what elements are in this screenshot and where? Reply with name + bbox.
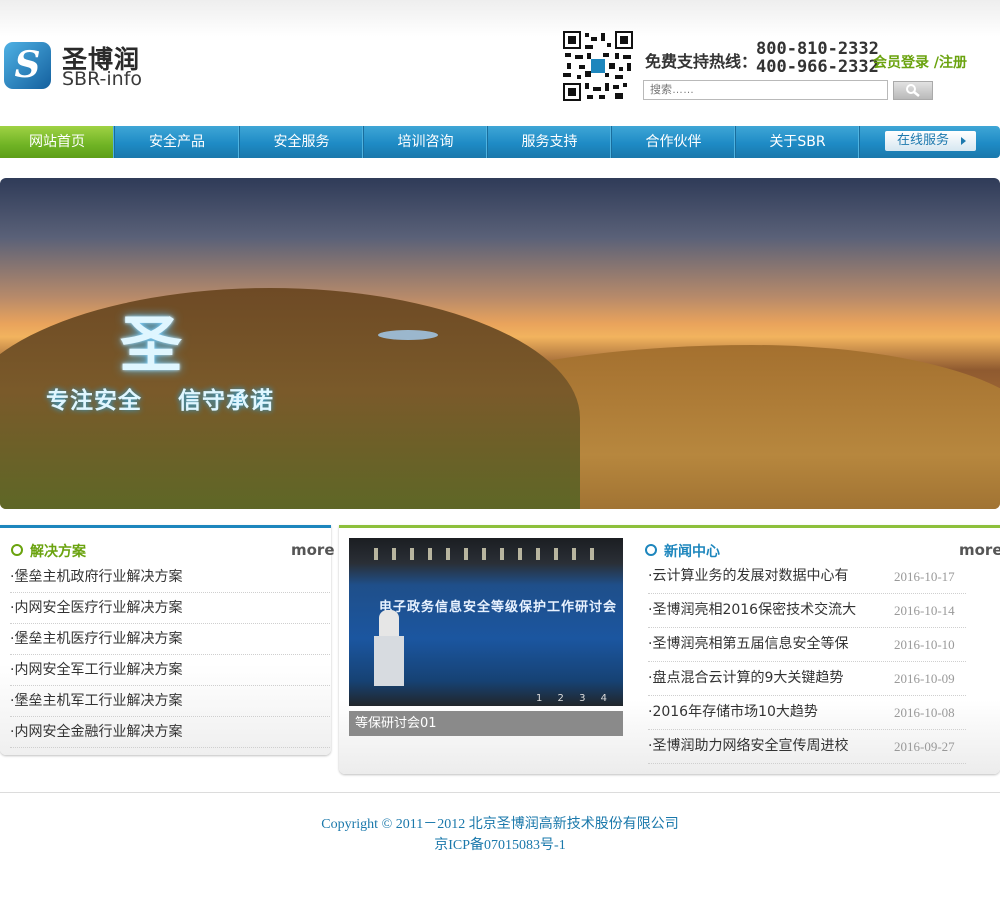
- nav-item-support[interactable]: 服务支持: [488, 126, 612, 158]
- news-item[interactable]: ·盘点混合云计算的9大关键趋势 2016-10-09: [648, 662, 966, 696]
- main-nav: 网站首页 安全产品 安全服务 培训咨询 服务支持 合作伙伴 关于SBR: [0, 126, 1000, 158]
- photo-speaker: [379, 610, 399, 638]
- news-item[interactable]: ·圣博润亮相2016保密技术交流大 2016-10-14: [648, 594, 966, 628]
- nav-item-products[interactable]: 安全产品: [115, 126, 240, 158]
- nav-item-services[interactable]: 安全服务: [240, 126, 364, 158]
- banner-lake: [378, 330, 438, 340]
- footer-divider: [0, 792, 1000, 793]
- news-item-title: ·云计算业务的发展对数据中心有: [648, 568, 849, 584]
- news-item-title: ·圣博润亮相2016保密技术交流大: [648, 602, 857, 618]
- bullet-circle-icon: [11, 544, 23, 556]
- news-title: 新闻中心: [664, 544, 720, 560]
- nav-item-partners[interactable]: 合作伙伴: [612, 126, 736, 158]
- photo-pager[interactable]: 1 2 3 4: [536, 693, 613, 704]
- news-item-title: ·盘点混合云计算的9大关键趋势: [648, 670, 844, 686]
- nav-item-about[interactable]: 关于SBR: [736, 126, 860, 158]
- news-item-title: ·圣博润助力网络安全宣传周进校: [648, 738, 849, 754]
- footer-icp[interactable]: 京ICP备07015083号-1: [0, 834, 1000, 854]
- news-item[interactable]: ·圣博润助力网络安全宣传周进校 2016-09-27: [648, 730, 966, 764]
- photo-screen-text: 电子政务信息安全等级保护工作研讨会: [379, 600, 618, 615]
- hotline-number-2: 400-966-2332: [756, 57, 879, 77]
- hero-banner: 圣 专注安全 信守承诺: [0, 178, 1000, 509]
- solution-item[interactable]: ·堡垒主机军工行业解决方案: [10, 686, 330, 717]
- news-more-link[interactable]: more: [959, 541, 1000, 559]
- footer-copyright: Copyright © 2011－2012 北京圣博润高新技术股份有限公司: [321, 817, 679, 832]
- member-login-link[interactable]: 会员登录 /注册: [873, 52, 967, 72]
- news-item-date: 2016-09-27: [894, 739, 955, 754]
- logo-text-en: SBR-info: [62, 68, 143, 90]
- solution-item[interactable]: ·内网安全军工行业解决方案: [10, 655, 330, 686]
- arrow-right-icon: [961, 137, 966, 145]
- solution-item[interactable]: ·堡垒主机政府行业解决方案: [10, 562, 330, 593]
- news-item-date: 2016-10-14: [894, 603, 955, 618]
- solution-item[interactable]: ·堡垒主机医疗行业解决方案: [10, 624, 330, 655]
- solutions-title: 解决方案: [30, 544, 86, 560]
- nav-item-home[interactable]: 网站首页: [0, 126, 115, 158]
- news-item-date: 2016-10-08: [894, 705, 955, 720]
- news-item-date: 2016-10-09: [894, 671, 955, 686]
- photo-caption[interactable]: 等保研讨会01: [349, 711, 623, 736]
- logo-glyph: S: [14, 44, 41, 86]
- hotline-label: 免费支持热线：: [645, 52, 758, 71]
- news-item[interactable]: ·云计算业务的发展对数据中心有 2016-10-17: [648, 560, 966, 594]
- online-service-button[interactable]: 在线服务: [885, 131, 976, 151]
- solutions-more-link[interactable]: more: [291, 541, 335, 559]
- solution-item[interactable]: ·内网安全金融行业解决方案: [10, 717, 330, 748]
- search-button[interactable]: [893, 81, 933, 100]
- search-input[interactable]: [643, 80, 888, 100]
- hotline-number-1: 800-810-2332: [756, 39, 879, 59]
- news-item-title: ·圣博润亮相第五届信息安全等保: [648, 636, 849, 652]
- news-item-date: 2016-10-10: [894, 637, 955, 652]
- photo-podium: [374, 636, 404, 686]
- photo-ceiling-lights: [374, 548, 599, 560]
- solution-item[interactable]: ·内网安全医疗行业解决方案: [10, 593, 330, 624]
- news-item-date: 2016-10-17: [894, 569, 955, 584]
- banner-slogan: 专注安全 信守承诺: [46, 388, 275, 414]
- logo-icon[interactable]: S: [4, 42, 51, 89]
- nav-item-training[interactable]: 培训咨询: [364, 126, 488, 158]
- news-item-title: ·2016年存储市场10大趋势: [648, 704, 818, 720]
- search-icon: [906, 84, 920, 97]
- bullet-circle-icon: [645, 544, 657, 556]
- news-item[interactable]: ·2016年存储市场10大趋势 2016-10-08: [648, 696, 966, 730]
- banner-headline: 圣: [120, 308, 183, 381]
- online-service-label: 在线服务: [897, 133, 950, 148]
- news-item[interactable]: ·圣博润亮相第五届信息安全等保 2016-10-10: [648, 628, 966, 662]
- news-photo[interactable]: 电子政务信息安全等级保护工作研讨会 1 2 3 4: [349, 538, 623, 706]
- qr-code-icon: [563, 31, 633, 101]
